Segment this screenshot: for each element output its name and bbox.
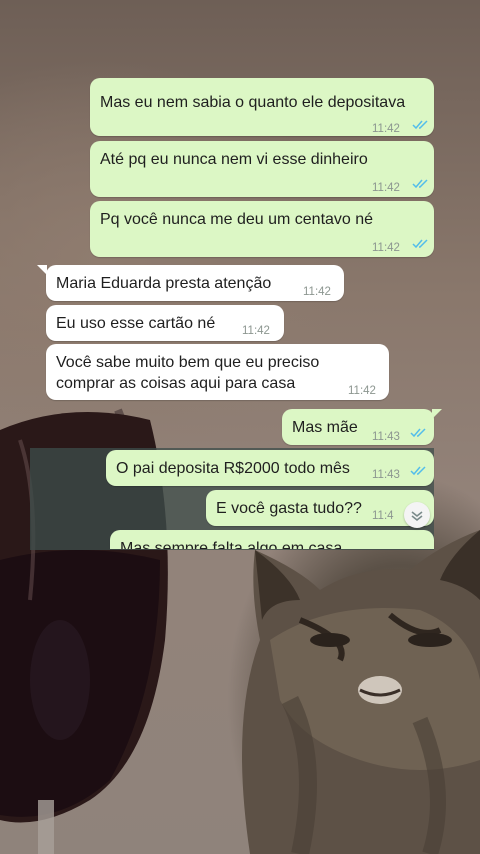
message-bubble-outgoing[interactable]: Mas sempre falta algo em casa [110, 530, 434, 549]
message-text: Mas sempre falta algo em casa [120, 540, 343, 549]
chevron-down-icon [411, 511, 423, 522]
message-clip: Mas sempre falta algo em casa [0, 0, 480, 549]
scroll-down-button[interactable] [404, 502, 430, 528]
chat-area[interactable]: Mas eu nem sabia o quanto ele depositava… [0, 0, 480, 854]
